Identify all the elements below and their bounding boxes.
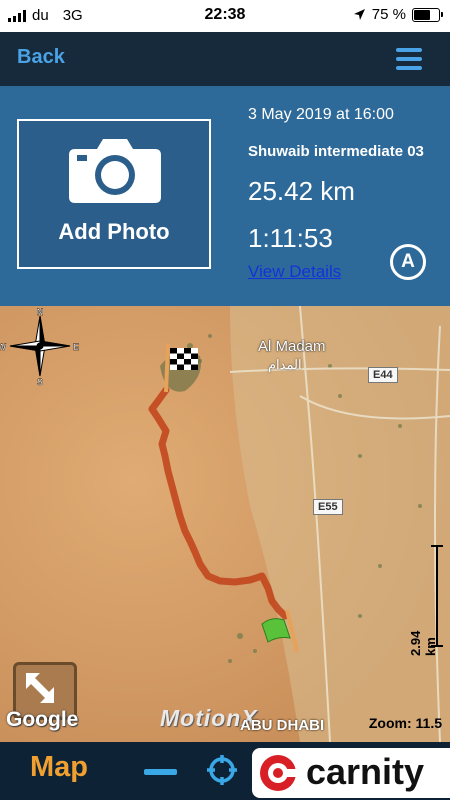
back-button[interactable]: Back	[17, 46, 65, 69]
camera-icon	[69, 139, 161, 203]
compass-n: N	[37, 307, 44, 317]
add-photo-button[interactable]: Add Photo	[17, 119, 211, 269]
map-tab[interactable]: Map	[30, 751, 88, 784]
nav-bar: Back	[0, 32, 450, 86]
compass-s: S	[37, 377, 43, 386]
scale-label: 2.94 km	[408, 630, 438, 656]
zoom-level: Zoom: 11.5	[368, 715, 442, 731]
locate-icon[interactable]	[206, 754, 238, 786]
auto-mode-icon[interactable]: A	[390, 244, 426, 280]
battery-icon	[412, 7, 443, 22]
track-info-panel: Add Photo 3 May 2019 at 16:00 Shuwaib in…	[0, 86, 450, 306]
google-logo: Google	[6, 708, 79, 731]
town-label-arabic: المدام	[268, 357, 302, 372]
carnity-badge: carnity	[252, 748, 450, 798]
track-date: 3 May 2019 at 16:00	[248, 106, 394, 123]
town-label: Al Madam	[258, 338, 326, 355]
battery-percent: 75 %	[371, 6, 406, 23]
location-arrow-icon	[353, 9, 365, 20]
road-shield-e44: E44	[368, 367, 398, 383]
compass-e: E	[73, 342, 79, 352]
view-details-link[interactable]: View Details	[248, 262, 341, 282]
track-duration: 1:11:53	[248, 223, 333, 253]
status-bar: du 3G 22:38 75 %	[0, 0, 450, 32]
track-distance: 25.42 km	[248, 176, 355, 206]
route-name: Shuwaib intermediate 03	[248, 143, 424, 160]
status-right: 75 %	[353, 6, 443, 23]
add-photo-label: Add Photo	[58, 219, 170, 244]
road-shield-e55: E55	[313, 499, 343, 515]
bottom-bar: Map carnity	[0, 742, 450, 800]
zoom-out-icon[interactable]	[144, 769, 177, 775]
carnity-label: carnity	[306, 751, 425, 792]
compass-icon: N S E W	[0, 307, 79, 386]
compass-w: W	[0, 342, 7, 352]
menu-icon[interactable]	[396, 48, 422, 70]
city-label: ABU DHABI	[240, 717, 325, 734]
carnity-logo-icon	[260, 755, 298, 791]
map-view[interactable]: N S E W Al Madam المدام E44 E55 2.94 km …	[0, 306, 450, 742]
